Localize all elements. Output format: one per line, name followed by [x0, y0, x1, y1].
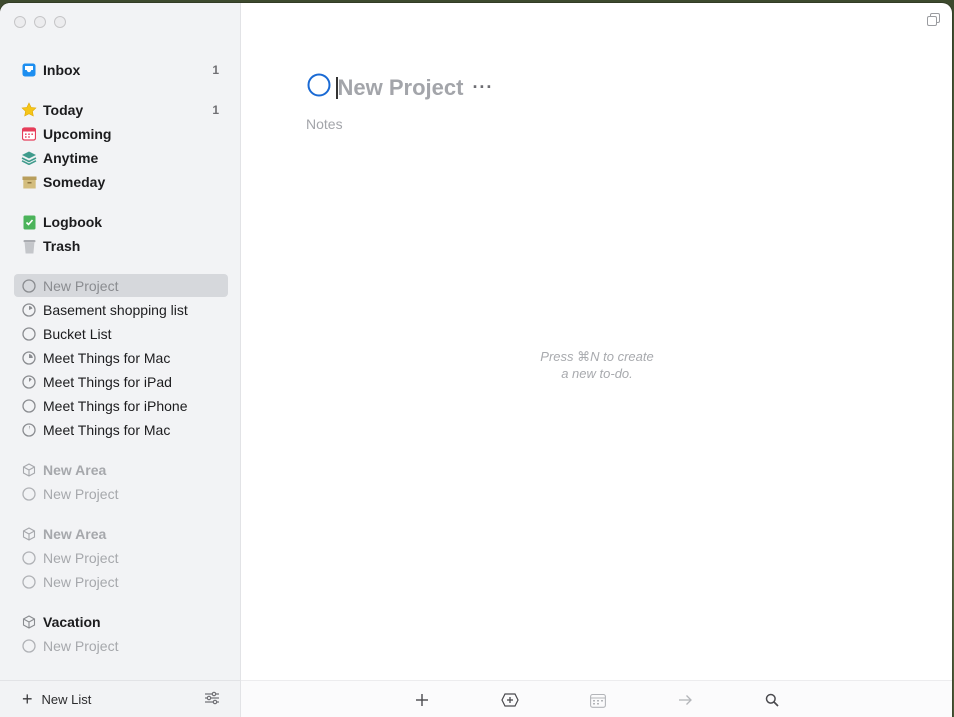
circle-icon [21, 326, 37, 342]
sidebar-project-meet-things-for-mac-2[interactable]: Meet Things for Mac [14, 419, 228, 441]
project-progress-circle-icon[interactable] [307, 73, 331, 102]
sidebar-bottom-bar: + New List [0, 680, 240, 717]
cube-icon [21, 462, 37, 478]
project-header: New Project ··· [307, 73, 493, 102]
circle-icon [21, 278, 37, 294]
project-title-input[interactable]: New Project [338, 75, 464, 101]
move-arrow-icon[interactable] [676, 691, 694, 709]
sidebar-area-new-area-2[interactable]: New Area [14, 523, 228, 545]
today-count: 1 [212, 103, 219, 117]
close-window-button[interactable] [14, 16, 26, 28]
sidebar-project-meet-things-for-mac[interactable]: Meet Things for Mac [14, 347, 228, 369]
cube-icon [21, 614, 37, 630]
sidebar-area-project[interactable]: New Project [14, 571, 228, 593]
sidebar-item-anytime[interactable]: Anytime [14, 147, 228, 169]
sidebar: Inbox 1 Today 1 Upcoming Anytime Someday… [0, 3, 241, 717]
sidebar-item-upcoming[interactable]: Upcoming [14, 123, 228, 145]
sidebar-item-someday[interactable]: Someday [14, 171, 228, 193]
notes-field[interactable]: Notes [306, 116, 343, 132]
sidebar-area-new-area[interactable]: New Area [14, 459, 228, 481]
window-controls [14, 16, 66, 28]
cube-icon [21, 526, 37, 542]
more-options-button[interactable]: ··· [472, 77, 493, 98]
sidebar-project-basement-shopping-list[interactable]: Basement shopping list [14, 299, 228, 321]
sidebar-project-meet-things-for-iphone[interactable]: Meet Things for iPhone [14, 395, 228, 417]
logbook-icon [21, 214, 37, 230]
progress-circle-icon [21, 350, 37, 366]
sidebar-project-meet-things-for-ipad[interactable]: Meet Things for iPad [14, 371, 228, 393]
progress-circle-icon [21, 374, 37, 390]
sidebar-area-vacation[interactable]: Vacation [14, 611, 228, 633]
star-icon [21, 102, 37, 118]
zoom-window-button[interactable] [54, 16, 66, 28]
main-content: New Project ··· Notes Press ⌘N to create… [241, 3, 952, 717]
sidebar-project-new-project[interactable]: New Project [14, 274, 228, 297]
search-icon[interactable] [763, 691, 781, 709]
box-icon [21, 174, 37, 190]
duplicate-window-icon[interactable] [927, 13, 940, 31]
inbox-count: 1 [212, 63, 219, 77]
inbox-icon [21, 62, 37, 78]
plus-icon: + [22, 689, 33, 709]
new-todo-plus-icon[interactable] [413, 691, 431, 709]
sidebar-area-project[interactable]: New Project [14, 635, 228, 657]
circle-icon [21, 638, 37, 654]
layers-icon [21, 150, 37, 166]
sidebar-item-trash[interactable]: Trash [14, 235, 228, 257]
circle-icon [21, 574, 37, 590]
sidebar-item-inbox[interactable]: Inbox 1 [14, 59, 228, 81]
empty-state-hint: Press ⌘N to create a new to-do. [540, 349, 654, 381]
bottom-toolbar [241, 680, 952, 717]
progress-circle-icon [21, 302, 37, 318]
sidebar-area-project[interactable]: New Project [14, 547, 228, 569]
app-window: Inbox 1 Today 1 Upcoming Anytime Someday… [0, 3, 952, 717]
circle-icon [21, 398, 37, 414]
trash-icon [21, 238, 37, 254]
sidebar-area-project[interactable]: New Project [14, 483, 228, 505]
circle-icon [21, 550, 37, 566]
progress-circle-icon [21, 422, 37, 438]
sidebar-item-logbook[interactable]: Logbook [14, 211, 228, 233]
sidebar-project-bucket-list[interactable]: Bucket List [14, 323, 228, 345]
circle-icon [21, 486, 37, 502]
sliders-icon[interactable] [204, 691, 220, 710]
sidebar-item-today[interactable]: Today 1 [14, 99, 228, 121]
new-list-button[interactable]: + New List [22, 690, 91, 708]
new-heading-icon[interactable] [501, 691, 519, 709]
calendar-icon [21, 126, 37, 142]
calendar-icon[interactable] [589, 691, 607, 709]
minimize-window-button[interactable] [34, 16, 46, 28]
